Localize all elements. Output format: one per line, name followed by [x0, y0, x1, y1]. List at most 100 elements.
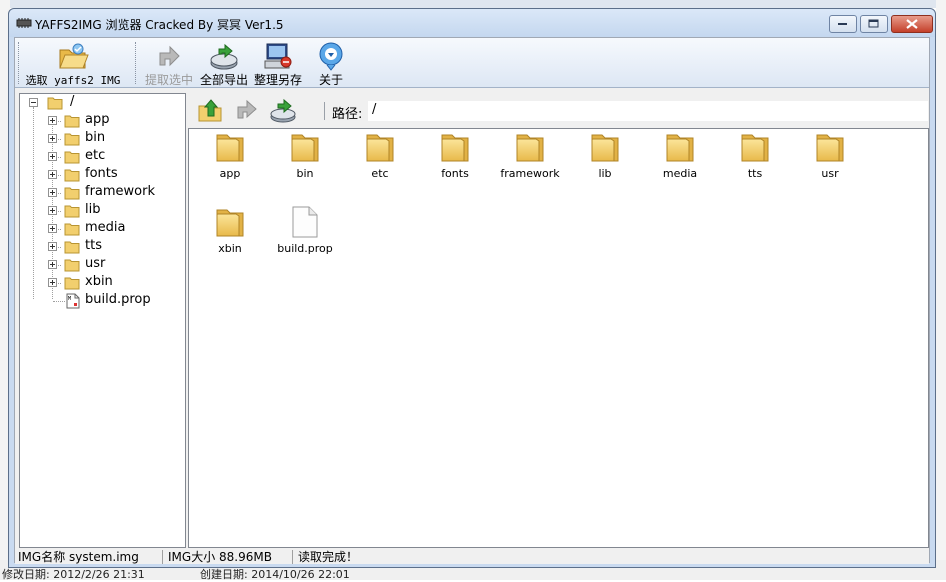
expand-toggle[interactable]	[48, 188, 57, 197]
folder-icon	[64, 150, 80, 168]
grid-item-label: app	[219, 167, 241, 180]
tree-item-label: lib	[85, 202, 101, 217]
collapse-toggle[interactable]	[29, 98, 38, 107]
select-img-button[interactable]: 选取 yaffs2 IMG	[23, 38, 123, 88]
grid-item-tts[interactable]: tts	[720, 129, 790, 197]
grid-item-label: tts	[747, 167, 763, 180]
grid-item-lib[interactable]: lib	[570, 129, 640, 197]
svg-text:M: M	[68, 296, 71, 302]
expand-toggle[interactable]	[48, 260, 57, 269]
minimize-button[interactable]	[829, 15, 857, 33]
client-area: 选取 yaffs2 IMG 提取选中 全部导出 整理另存 关于 / app bi…	[14, 37, 930, 564]
tree-item-label: framework	[85, 184, 156, 199]
folder-icon	[439, 131, 471, 163]
app-chip-icon	[16, 18, 32, 28]
tree-item-label: build.prop	[85, 292, 151, 307]
folder-icon	[64, 258, 80, 276]
extract-selected-label: 提取选中	[144, 73, 193, 87]
folder-tree[interactable]: / app bin etc fonts framework lib media tts usr x…	[19, 93, 186, 548]
export-all-button[interactable]: 全部导出	[197, 38, 251, 88]
organize-save-label: 整理另存	[253, 73, 302, 87]
select-img-label: 选取 yaffs2 IMG	[25, 74, 121, 87]
grid-item-usr[interactable]: usr	[795, 129, 865, 197]
window-title: YAFFS2IMG 浏览器 Cracked By 冥冥 Ver1.5	[35, 18, 284, 32]
up-folder-icon[interactable]	[196, 96, 226, 124]
organize-save-button[interactable]: 整理另存	[251, 38, 305, 88]
grid-item-label: build.prop	[277, 242, 333, 255]
expand-toggle[interactable]	[48, 170, 57, 179]
tree-item-label: fonts	[85, 166, 118, 181]
tree-item-label: tts	[85, 238, 102, 253]
status-img-name: IMG名称 system.img	[15, 550, 163, 564]
title-bar[interactable]: YAFFS2IMG 浏览器 Cracked By 冥冥 Ver1.5	[9, 9, 935, 37]
expand-toggle[interactable]	[48, 134, 57, 143]
minimize-icon	[838, 23, 847, 25]
folder-icon	[47, 97, 63, 110]
expand-toggle[interactable]	[48, 152, 57, 161]
file-icon-grid[interactable]: app bin etc fonts framework lib media tts usr xbi…	[188, 128, 929, 548]
expand-toggle[interactable]	[48, 206, 57, 215]
background-window-strip	[0, 0, 946, 8]
folder-icon	[514, 131, 546, 163]
grid-item-label: etc	[371, 167, 389, 180]
grid-item-bin[interactable]: bin	[270, 129, 340, 197]
grid-item-fonts[interactable]: fonts	[420, 129, 490, 197]
tree-item-label: media	[85, 220, 126, 235]
expand-toggle[interactable]	[48, 278, 57, 287]
nav-separator	[324, 102, 325, 120]
toolbar-grip	[18, 42, 19, 84]
tree-root-label: /	[70, 94, 75, 109]
folder-icon	[364, 131, 396, 163]
close-icon	[906, 19, 918, 29]
folder-icon	[64, 186, 80, 204]
file-icon: M	[66, 293, 80, 313]
grid-item-media[interactable]: media	[645, 129, 715, 197]
nav-toolbar: 路径: /	[188, 93, 929, 127]
about-button[interactable]: 关于	[311, 38, 351, 88]
folder-icon	[64, 276, 80, 294]
extract-selected-button[interactable]: 提取选中	[141, 38, 197, 88]
tree-item-label: app	[85, 112, 110, 127]
expand-toggle[interactable]	[48, 224, 57, 233]
about-label: 关于	[318, 73, 343, 87]
folder-icon	[64, 204, 80, 222]
status-bar: IMG名称 system.img IMG大小 88.96MB 读取完成！	[15, 550, 929, 564]
folder-icon	[814, 131, 846, 163]
grid-item-xbin[interactable]: xbin	[195, 204, 265, 272]
tree-item-label: etc	[85, 148, 106, 163]
expand-toggle[interactable]	[48, 242, 57, 251]
grid-item-label: fonts	[441, 167, 469, 180]
grid-item-label: lib	[598, 167, 612, 180]
tree-item-label: usr	[85, 256, 106, 271]
grid-item-label: xbin	[218, 242, 242, 255]
grid-item-app[interactable]: app	[195, 129, 265, 197]
folder-icon	[664, 131, 696, 163]
disk-export-icon	[210, 43, 238, 70]
close-button[interactable]	[891, 15, 933, 33]
extract-gray-icon[interactable]	[232, 96, 262, 124]
path-input[interactable]: /	[368, 101, 928, 121]
folder-icon	[214, 206, 246, 238]
info-icon	[319, 42, 343, 71]
maximize-button[interactable]	[860, 15, 888, 33]
tree-branch-line	[53, 301, 65, 302]
grid-item-label: bin	[296, 167, 314, 180]
folder-icon	[64, 168, 80, 186]
tree-item-label: xbin	[85, 274, 113, 289]
grid-item-framework[interactable]: framework	[495, 129, 565, 197]
status-img-size: IMG大小 88.96MB	[165, 550, 293, 564]
file-icon	[289, 206, 321, 238]
grid-item-build-prop[interactable]: build.prop	[270, 204, 340, 272]
disk-export-icon[interactable]	[268, 96, 298, 124]
grid-item-etc[interactable]: etc	[345, 129, 415, 197]
folder-icon	[739, 131, 771, 163]
extract-arrow-icon	[159, 45, 180, 67]
folder-icon	[64, 132, 80, 150]
file-browser-pane: 路径: / app bin etc fonts framework lib media tts…	[188, 93, 929, 548]
background-window-right	[936, 0, 946, 580]
grid-item-label: media	[662, 167, 698, 180]
folder-icon	[64, 114, 80, 132]
export-all-label: 全部导出	[199, 73, 248, 87]
folder-icon	[589, 131, 621, 163]
expand-toggle[interactable]	[48, 116, 57, 125]
